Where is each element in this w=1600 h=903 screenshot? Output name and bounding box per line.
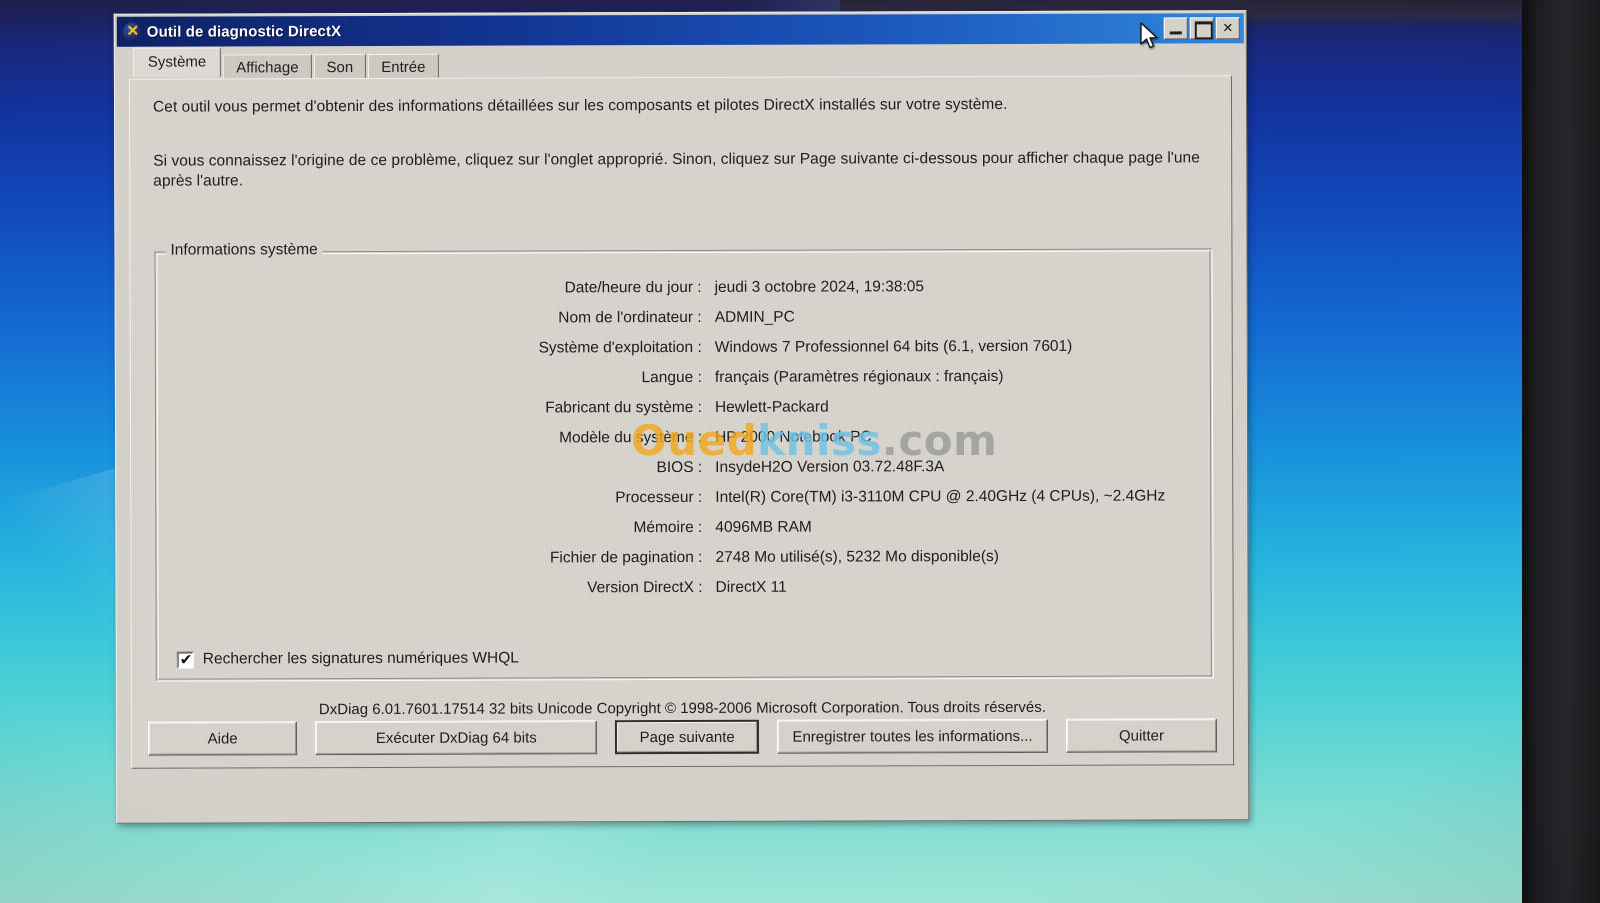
whql-checkbox[interactable]: ✔ [176, 650, 194, 669]
tab-panel-systeme: Cet outil vous permet d'obtenir des info… [128, 75, 1235, 769]
tab-entree[interactable]: Entrée [368, 53, 439, 79]
info-label: Mémoire : [633, 518, 703, 537]
info-row-computer-name: Nom de l'ordinateur : ADMIN_PC [156, 307, 1212, 340]
tab-son[interactable]: Son [313, 53, 367, 80]
tab-strip: Système Affichage Son Entrée [132, 47, 1246, 80]
info-row-datetime: Date/heure du jour : jeudi 3 octobre 202… [156, 277, 1212, 310]
save-all-information-button[interactable]: Enregistrer toutes les informations... [777, 718, 1048, 754]
system-information-table: Date/heure du jour : jeudi 3 octobre 202… [156, 277, 1213, 610]
info-row-memory: Mémoire : 4096MB RAM [156, 517, 1212, 550]
tab-systeme[interactable]: Système [132, 47, 222, 77]
info-value: 4096MB RAM [715, 518, 812, 536]
info-value: InsydeH2O Version 03.72.48F.3A [715, 458, 945, 476]
info-row-bios: BIOS : InsydeH2O Version 03.72.48F.3A [156, 457, 1212, 490]
info-row-system-manufacturer: Fabricant du système : Hewlett-Packard [156, 397, 1212, 430]
directx-icon: ✕ [122, 22, 141, 41]
info-row-page-file: Fichier de pagination : 2748 Mo utilisé(… [156, 547, 1212, 580]
info-label: Nom de l'ordinateur : [558, 308, 702, 327]
info-row-processor: Processeur : Intel(R) Core(TM) i3-3110M … [156, 487, 1212, 520]
info-row-operating-system: Système d'exploitation : Windows 7 Profe… [156, 337, 1212, 370]
groupbox-legend: Informations système [165, 241, 323, 260]
intro-paragraph-2: Si vous connaissez l'origine de ce probl… [153, 149, 1200, 190]
info-label: Fichier de pagination : [549, 548, 703, 567]
tab-affichage[interactable]: Affichage [223, 54, 312, 80]
info-label: Date/heure du jour : [564, 278, 702, 297]
monitor-bezel [1522, 0, 1600, 903]
info-value: jeudi 3 octobre 2024, 19:38:05 [714, 278, 925, 296]
info-value: DirectX 11 [715, 578, 787, 596]
info-value: Windows 7 Professionnel 64 bits (6.1, ve… [714, 337, 1073, 356]
info-row-system-model: Modèle du système : HP 2000 Notebook PC [156, 427, 1212, 460]
info-label: Système d'exploitation : [538, 338, 702, 357]
whql-checkbox-row[interactable]: ✔ Rechercher les signatures numériques W… [176, 649, 519, 669]
titlebar-spacer [341, 28, 1164, 31]
info-label: Processeur : [615, 488, 703, 507]
photographed-screen: ✕ Outil de diagnostic DirectX ✕ Système … [0, 0, 1600, 903]
window-controls: ✕ [1163, 17, 1242, 40]
info-label: BIOS : [656, 458, 703, 477]
system-information-groupbox: Informations système Date/heure du jour … [154, 241, 1214, 682]
info-label: Modèle du système : [559, 428, 703, 447]
quit-button[interactable]: Quitter [1065, 718, 1218, 753]
close-icon: ✕ [1222, 20, 1234, 36]
info-value: HP 2000 Notebook PC [715, 428, 872, 446]
dialog-button-row: Aide Exécuter DxDiag 64 bits Page suivan… [132, 714, 1233, 759]
run-dxdiag-64-button[interactable]: Exécuter DxDiag 64 bits [315, 720, 598, 756]
info-value: ADMIN_PC [714, 308, 795, 326]
intro-paragraph-1: Cet outil vous permet d'obtenir des info… [152, 95, 1008, 116]
close-button[interactable]: ✕ [1215, 17, 1240, 40]
window-titlebar[interactable]: ✕ Outil de diagnostic DirectX ✕ [116, 13, 1244, 47]
dxdiag-window: ✕ Outil de diagnostic DirectX ✕ Système … [113, 10, 1250, 824]
minimize-button[interactable] [1163, 17, 1188, 40]
checkmark-icon: ✔ [179, 650, 193, 669]
help-button[interactable]: Aide [147, 721, 298, 756]
info-label: Version DirectX : [587, 578, 703, 597]
info-value: français (Paramètres régionaux : françai… [714, 367, 1004, 386]
maximize-button[interactable] [1189, 17, 1214, 40]
next-page-button[interactable]: Page suivante [615, 719, 760, 755]
info-row-language: Langue : français (Paramètres régionaux … [156, 367, 1212, 400]
info-value: 2748 Mo utilisé(s), 5232 Mo disponible(s… [715, 548, 999, 566]
window-title: Outil de diagnostic DirectX [146, 22, 342, 41]
info-label: Langue : [641, 368, 702, 387]
whql-checkbox-label: Rechercher les signatures numériques WHQ… [202, 649, 519, 668]
info-value: Intel(R) Core(TM) i3-3110M CPU @ 2.40GHz… [715, 487, 1166, 506]
info-value: Hewlett-Packard [714, 398, 829, 416]
info-row-directx-version: Version DirectX : DirectX 11 [157, 577, 1213, 610]
info-label: Fabricant du système : [545, 398, 702, 417]
